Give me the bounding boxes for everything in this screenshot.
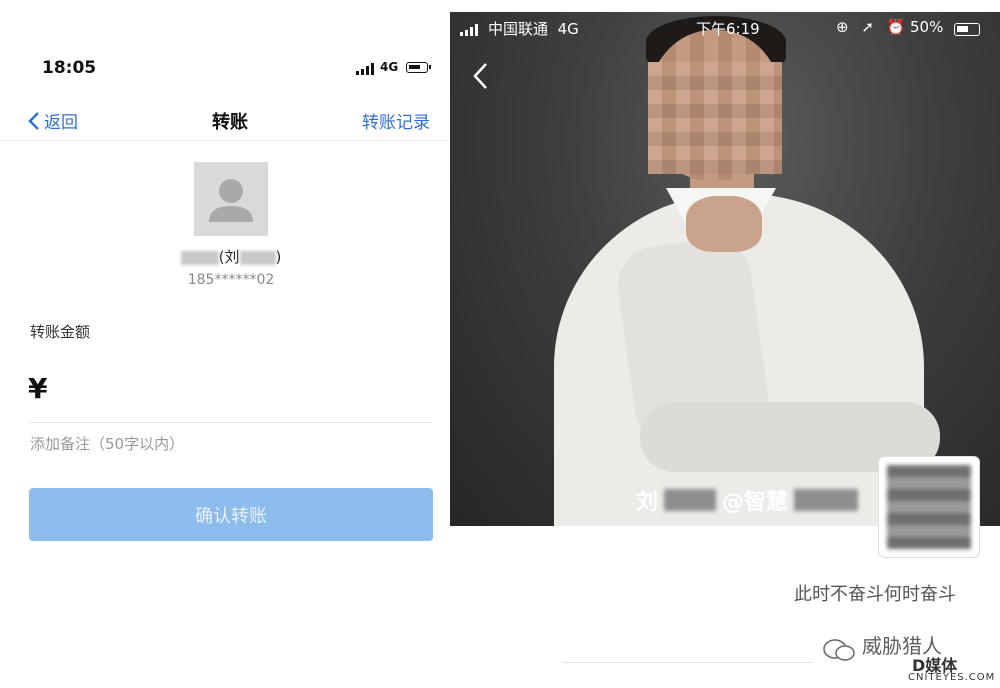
amount-label: 转账金额: [30, 323, 91, 341]
carrier-name: 中国联通: [488, 20, 549, 38]
transfer-screen: 18:05 4G 返回 转账 转账记录 (刘) 185******02 转账金额…: [0, 0, 450, 688]
hand: [686, 196, 762, 252]
redacted-text: [180, 250, 219, 265]
watermark-line3: CNITEYES.COM: [908, 672, 996, 683]
caption-prefix: 刘: [636, 490, 659, 515]
battery-percent: 50%: [910, 18, 944, 36]
recipient-name-open: (刘: [218, 248, 240, 266]
status-time: 下午6:19: [696, 20, 760, 38]
redacted-text: [794, 489, 859, 511]
recipient-name: (刘): [0, 246, 462, 267]
battery-icon: [954, 23, 980, 36]
avatar: [194, 162, 268, 236]
network-type: 4G: [557, 20, 579, 38]
confirm-transfer-button[interactable]: 确认转账: [29, 488, 433, 541]
carrier-label: 中国联通 4G: [488, 18, 579, 39]
wechat-icon: [823, 639, 855, 661]
recipient-phone: 185******02: [187, 272, 275, 288]
signal-icon: [356, 63, 376, 75]
status-bar: 中国联通 4G 下午6:19 ⊕ ➚ ⏰ 50%: [450, 12, 1000, 46]
chevron-left-icon: [473, 63, 487, 89]
pixelated-face: [648, 62, 782, 174]
currency-symbol: ¥: [28, 372, 48, 405]
back-button[interactable]: [472, 62, 488, 94]
amount-input[interactable]: [64, 372, 428, 412]
divider: [30, 422, 432, 423]
qr-pattern: [887, 465, 971, 549]
photo-caption: 刘 @智慧: [636, 484, 859, 516]
watermark: 威胁猎人 D媒体 CNITEYES.COM: [820, 630, 1000, 686]
network-type: 4G: [380, 60, 399, 74]
user-placeholder-icon: [209, 179, 253, 222]
divider: [562, 662, 812, 663]
confirm-transfer-label: 确认转账: [195, 505, 267, 527]
transfer-history-link[interactable]: 转账记录: [362, 108, 430, 133]
redacted-text: [239, 250, 276, 265]
signal-icon: [460, 24, 482, 36]
redacted-text: [664, 489, 717, 511]
profile-slogan: 此时不奋斗何时奋斗: [794, 584, 956, 605]
status-icons: ⊕ ➚ ⏰: [836, 18, 910, 36]
profile-screen: 中国联通 4G 下午6:19 ⊕ ➚ ⏰ 50% 刘 @智慧 此时不奋斗何时奋斗…: [450, 12, 1000, 688]
qr-code[interactable]: [878, 456, 980, 558]
nav-bar: 返回 转账 转账记录: [0, 100, 450, 141]
battery-icon: [406, 62, 431, 73]
profile-photo: 中国联通 4G 下午6:19 ⊕ ➚ ⏰ 50% 刘 @智慧: [450, 12, 1000, 526]
add-note-field[interactable]: 添加备注（50字以内）: [30, 433, 184, 454]
recipient-name-close: ): [275, 248, 282, 266]
status-bar: 18:05 4G: [0, 54, 450, 84]
status-time: 18:05: [42, 58, 97, 78]
caption-middle: @智慧: [722, 490, 789, 515]
